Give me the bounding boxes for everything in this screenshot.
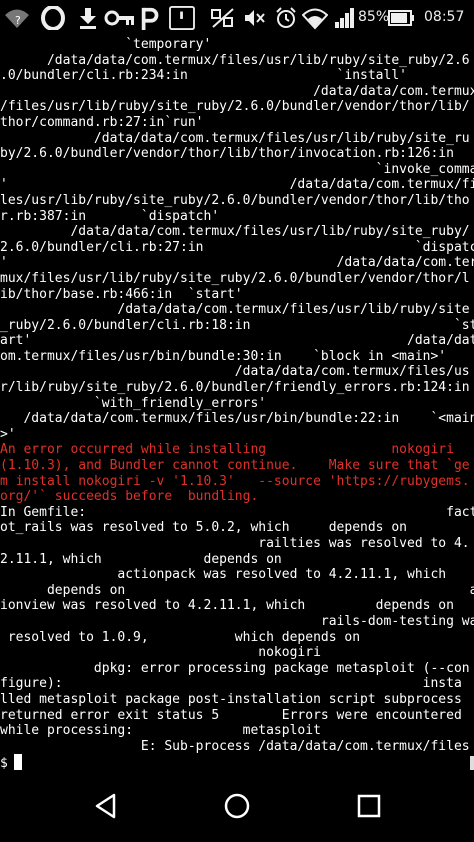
terminal-line: /data/data/com.termux/files/usr/lib/ruby… <box>0 224 470 240</box>
home-icon[interactable] <box>223 792 251 820</box>
navigation-bar <box>0 770 474 842</box>
terminal-line: ot_rails was resolved to 5.0.2, which de… <box>0 520 407 536</box>
terminal-line: /data/data/com.termux/files/usr/lib/ruby… <box>0 130 470 146</box>
terminal-line: `invoke_command <box>0 161 474 177</box>
terminal-line: while processing: metasploit <box>0 723 321 739</box>
sim-icon <box>169 6 195 30</box>
terminal-line: /data/data/com.termux/files/usr/lib/ruby… <box>0 52 470 68</box>
terminal-line: .0/bundler/cli.rb:234:in `install' <box>0 68 407 84</box>
mute-icon <box>245 10 265 26</box>
key-icon <box>104 10 134 26</box>
terminal-line: rails-dom-testing was <box>0 613 474 629</box>
terminal-line: returned error exit status 5 Errors were… <box>0 707 462 723</box>
terminal-line: `temporary' <box>0 37 212 52</box>
terminal-line: _ruby/2.6.0/bundler/cli.rb:18:in `st <box>0 317 474 333</box>
recents-icon[interactable] <box>355 792 383 820</box>
signal-icon <box>335 8 354 28</box>
satellite-off-icon <box>211 8 234 28</box>
back-icon[interactable] <box>92 792 120 820</box>
terminal-line: depends on act <box>0 582 474 598</box>
battery-percent: 85% <box>358 9 390 25</box>
terminal-line: mux/files/usr/lib/ruby/site_ruby/2.6.0/b… <box>0 270 470 286</box>
svg-text:?: ? <box>15 14 21 27</box>
terminal-line: ib/thor/base.rb:466:in `start' <box>0 286 243 302</box>
terminal-line: railties was resolved to 4. <box>0 536 470 551</box>
terminal-line: /data/data/com.termux <box>0 83 474 99</box>
terminal-line: lled metasploit package post-installatio… <box>0 691 462 707</box>
terminal-line: art' /data/data/c <box>0 333 474 349</box>
terminal-line: /data/data/com.termux/files/us <box>0 364 470 380</box>
text-cursor <box>13 754 22 771</box>
terminal-line: In Gemfile: factory_b <box>0 504 474 520</box>
terminal-line: 2.11.1, which depends on <box>0 551 282 567</box>
terminal-line: /data/data/com.termux/files/usr/lib/ruby… <box>0 302 470 318</box>
terminal-line: 2.6.0/bundler/cli.rb:27:in `dispatch <box>0 239 474 255</box>
terminal-line: ' /data/data/com.termux/fi <box>0 177 474 193</box>
terminal-output[interactable]: `temporary' /data/data/com.termux/files/… <box>0 37 474 787</box>
terminal-error-line: An error occurred while installing nokog… <box>0 442 454 458</box>
terminal-prompt-line[interactable]: $ <box>0 754 474 771</box>
terminal-line: by/2.6.0/bundler/vendor/thor/lib/thor/in… <box>0 146 454 162</box>
download-icon <box>80 8 96 29</box>
terminal-line: /files/usr/lib/ruby/site_ruby/2.6.0/bund… <box>0 99 470 115</box>
opera-icon <box>41 6 65 30</box>
wifi-icon <box>302 8 328 30</box>
terminal-error-line: (1.10.3), and Bundler cannot continue. M… <box>0 458 470 474</box>
terminal-line: `with_friendly_errors' <box>0 395 267 411</box>
battery-icon <box>388 10 414 26</box>
alarm-icon <box>276 7 296 28</box>
terminal-line: thor/command.rb:27:in`run' <box>0 114 204 130</box>
terminal-line: nokogiri <box>0 645 321 661</box>
terminal-line: /data/data/com.termux/files/usr/bin/bund… <box>0 411 474 427</box>
terminal-line: ionview was resolved to 4.2.11.1, which … <box>0 598 454 614</box>
wifi-question-icon: ? <box>5 9 29 28</box>
terminal-line: figure): insta <box>0 676 462 692</box>
terminal-line: dpkg: error processing package metasploi… <box>0 660 470 676</box>
terminal-line: actionpack was resolved to 4.2.11.1, whi… <box>0 567 447 583</box>
terminal-line: r.rb:387:in `dispatch' <box>0 208 220 224</box>
terminal-line: r/lib/ruby/site_ruby/2.6.0/bundler/frien… <box>0 380 470 396</box>
status-bar: ? 85% 08:57 <box>0 0 474 36</box>
terminal-line: E: Sub-process /data/data/com.termux/fil… <box>0 738 470 754</box>
terminal-line: om.termux/files/usr/bin/bundle:30:in `bl… <box>0 348 447 364</box>
clock-time: 08:57 <box>424 9 465 25</box>
terminal-error-line: org/'` succeeds before bundling. <box>0 489 259 505</box>
terminal-line: resolved to 1.0.9, which depends on <box>0 629 361 645</box>
terminal-line: >' <box>0 426 16 442</box>
terminal-error-line: m install nokogiri -v '1.10.3' --source … <box>0 473 470 489</box>
terminal-line: ' /data/data/com.ter <box>0 255 474 271</box>
terminal-line: les/usr/lib/ruby/site_ruby/2.6.0/bundler… <box>0 192 470 208</box>
parking-icon <box>141 7 159 30</box>
